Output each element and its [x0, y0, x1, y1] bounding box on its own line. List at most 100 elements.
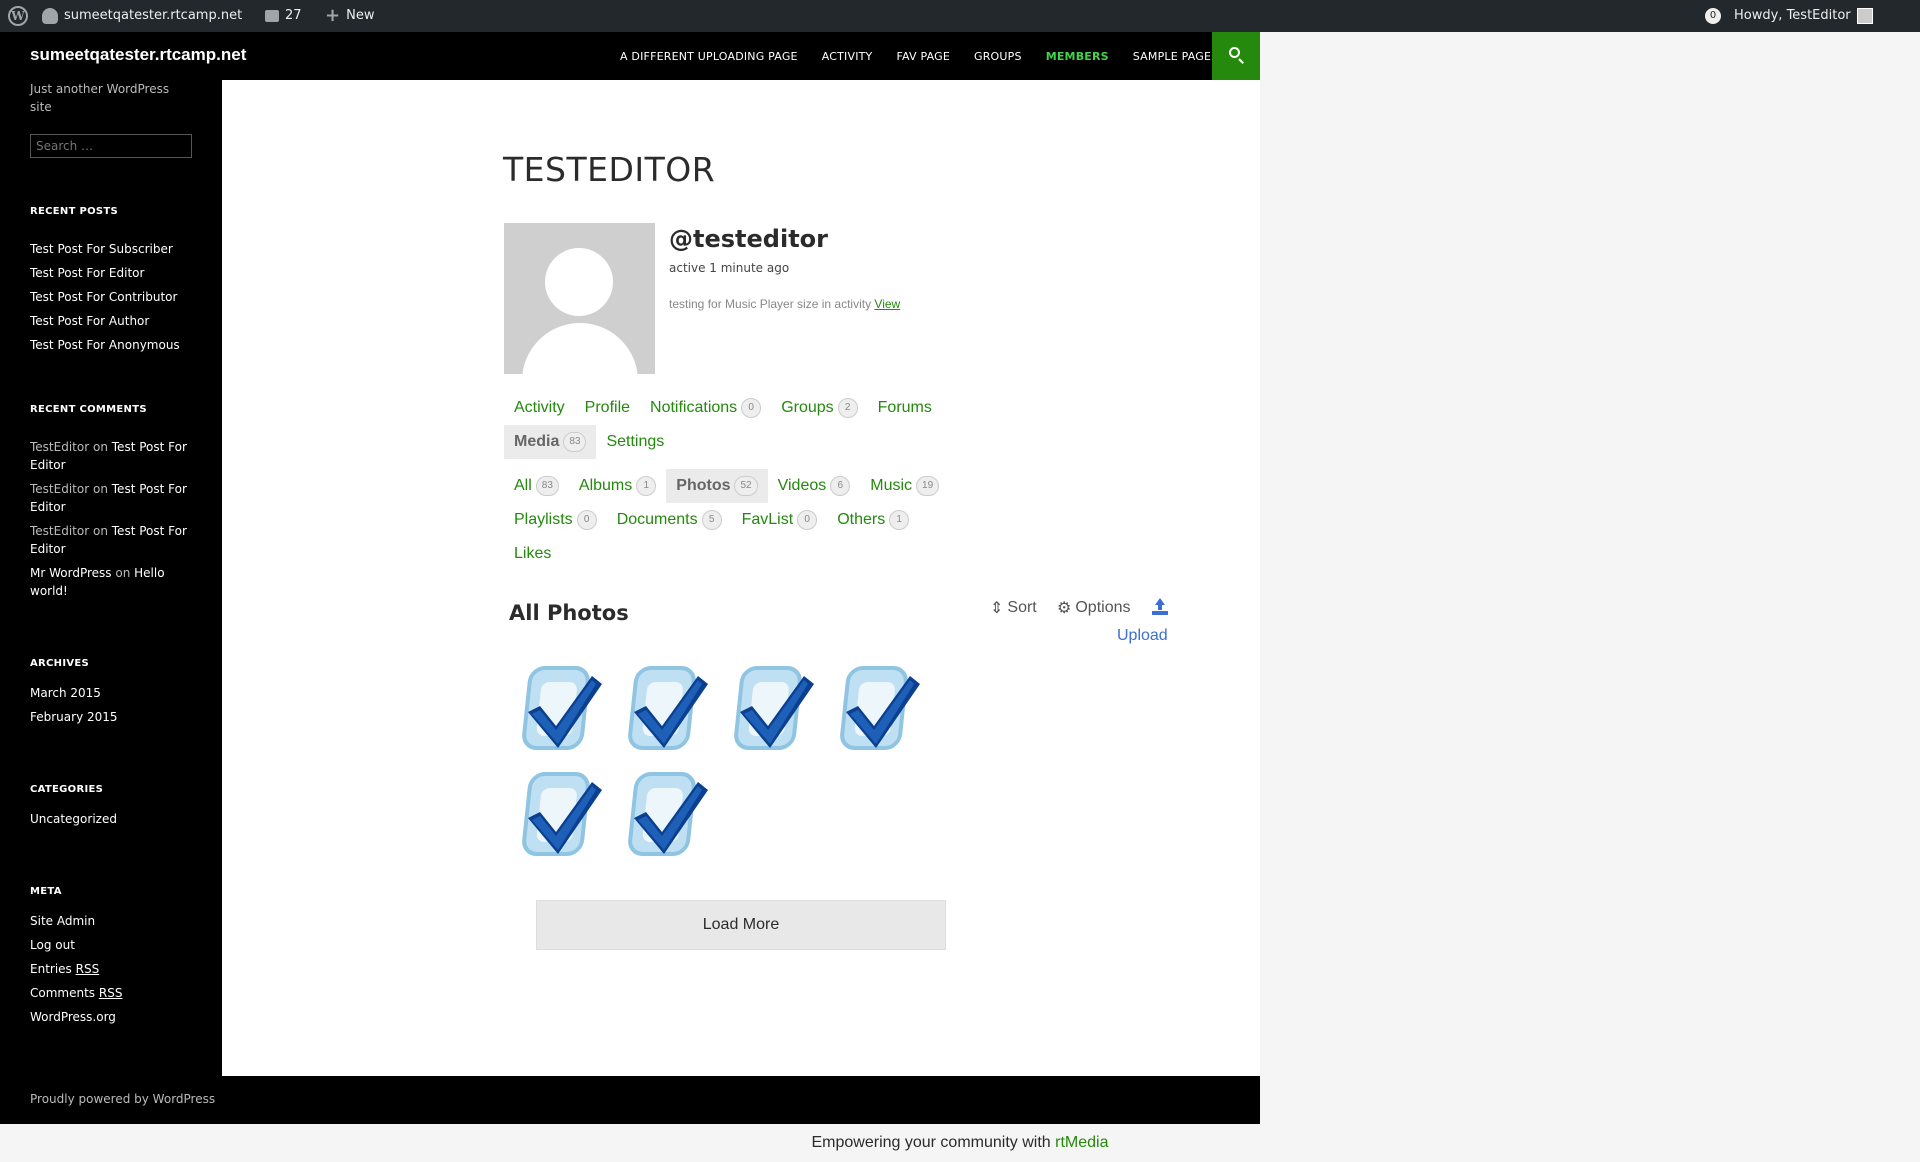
site-admin-link[interactable]: Site Admin: [30, 912, 195, 930]
recent-post-link[interactable]: Test Post For Author: [30, 312, 195, 330]
search-toggle-button[interactable]: [1212, 32, 1260, 80]
admin-bar-notifications[interactable]: 0: [1705, 0, 1721, 32]
nav-item-fav-page[interactable]: FAV PAGE: [884, 50, 962, 63]
admin-bar-comments[interactable]: 27: [265, 0, 302, 32]
tab-label: Albums: [578, 477, 633, 494]
recent-comment: Mr WordPress on Hello world!: [30, 564, 195, 600]
powered-by-link[interactable]: Proudly powered by WordPress: [30, 1092, 215, 1106]
tab-count-badge: 83: [563, 432, 587, 452]
tab-activity[interactable]: Activity: [504, 391, 575, 425]
subtab-playlists[interactable]: Playlists 0: [504, 503, 607, 537]
sort-icon: ⇕: [990, 600, 1004, 617]
subtab-documents[interactable]: Documents 5: [607, 503, 732, 537]
tab-label: Profile: [584, 399, 631, 416]
subtab-favlist[interactable]: FavList 0: [732, 503, 828, 537]
tab-label: Likes: [514, 545, 552, 562]
photo-thumbnail[interactable]: [624, 766, 714, 866]
nav-item-activity[interactable]: ACTIVITY: [810, 50, 885, 63]
admin-bar-new[interactable]: + New: [325, 0, 374, 32]
tab-groups[interactable]: Groups 2: [771, 391, 867, 425]
comment-on: on: [92, 440, 108, 454]
nav-item-sample-page[interactable]: SAMPLE PAGE: [1121, 50, 1223, 63]
log-out-link[interactable]: Log out: [30, 936, 195, 954]
rss-abbr: RSS: [98, 986, 123, 1000]
subtab-all[interactable]: All 83: [504, 469, 569, 503]
admin-bar-site-link[interactable]: sumeetqatester.rtcamp.net: [42, 0, 242, 32]
new-label: New: [346, 8, 375, 23]
recent-post-link[interactable]: Test Post For Subscriber: [30, 240, 195, 258]
comment-author: TestEditor: [30, 482, 90, 496]
tab-media[interactable]: Media 83: [504, 425, 597, 459]
media-subtabs-row-3: Likes: [504, 537, 561, 571]
admin-bar-my-account[interactable]: Howdy, TestEditor: [1734, 0, 1873, 32]
options-button[interactable]: ⚙ Options: [1057, 598, 1130, 618]
photo-thumbnail[interactable]: [624, 660, 714, 760]
member-latest-update: testing for Music Player size in activit…: [669, 297, 900, 311]
nav-item-uploading-page[interactable]: A DIFFERENT UPLOADING PAGE: [608, 50, 810, 63]
nav-item-members[interactable]: MEMBERS: [1034, 50, 1121, 63]
profile-tabs-row-1: Activity Profile Notifications 0 Groups 2 …: [504, 391, 942, 425]
tab-label: FavList: [741, 511, 794, 528]
categories-title: CATEGORIES: [30, 784, 104, 795]
subtab-videos[interactable]: Videos 6: [768, 469, 861, 503]
latest-update-view-link[interactable]: View: [874, 297, 900, 311]
subtab-photos[interactable]: Photos 52: [666, 469, 768, 503]
tab-profile[interactable]: Profile: [575, 391, 640, 425]
category-link[interactable]: Uncategorized: [30, 810, 195, 828]
comment-author-link[interactable]: Mr WordPress: [30, 566, 112, 580]
subtab-others[interactable]: Others 1: [827, 503, 919, 537]
wordpress-logo-icon[interactable]: W: [8, 6, 28, 26]
gallery-heading: All Photos: [509, 601, 629, 625]
photo-thumbnail[interactable]: [730, 660, 820, 760]
gear-icon: ⚙: [1057, 600, 1072, 617]
rtmedia-link[interactable]: rtMedia: [1055, 1134, 1108, 1151]
comments-rss-link[interactable]: Comments RSS: [30, 984, 195, 1002]
checkmark-image: [628, 772, 708, 856]
nav-item-groups[interactable]: GROUPS: [962, 50, 1034, 63]
sidebar-search-input[interactable]: [30, 134, 192, 158]
subtab-albums[interactable]: Albums 1: [569, 469, 666, 503]
page-title: TESTEDITOR: [503, 150, 716, 189]
entries-rss-link[interactable]: Entries RSS: [30, 960, 195, 978]
comment-on: on: [92, 524, 108, 538]
subtab-music[interactable]: Music 19: [860, 469, 949, 503]
comments-count: 27: [285, 8, 302, 23]
tab-label: Photos: [676, 477, 731, 494]
plus-icon: +: [325, 5, 341, 26]
media-subtabs-row-1: All 83 Albums 1 Photos 52 Videos 6 Music 19: [504, 469, 949, 503]
tab-count-badge: 1: [636, 476, 657, 496]
upload-link[interactable]: Upload: [1117, 627, 1168, 645]
tab-label: Settings: [606, 433, 665, 450]
recent-post-link[interactable]: Test Post For Anonymous: [30, 336, 195, 354]
member-avatar[interactable]: [504, 223, 655, 374]
load-more-button[interactable]: Load More: [536, 900, 946, 950]
rtmedia-credit-text: Empowering your community with: [811, 1134, 1051, 1151]
comment-on: on: [92, 482, 108, 496]
tab-notifications[interactable]: Notifications 0: [640, 391, 771, 425]
recent-post-link[interactable]: Test Post For Editor: [30, 264, 195, 282]
archive-link[interactable]: March 2015: [30, 684, 195, 702]
site-title-link[interactable]: sumeetqatester.rtcamp.net: [30, 45, 246, 65]
tab-label: Groups: [781, 399, 834, 416]
archive-link[interactable]: February 2015: [30, 708, 195, 726]
upload-icon[interactable]: [1152, 598, 1168, 616]
tab-label: Forums: [877, 399, 932, 416]
meta-title: META: [30, 886, 62, 897]
sort-label: Sort: [1007, 599, 1037, 616]
sort-button[interactable]: ⇕ Sort: [990, 598, 1037, 618]
photo-thumbnail[interactable]: [518, 660, 608, 760]
subtab-likes[interactable]: Likes: [504, 537, 561, 571]
site-tagline: Just another WordPress site: [30, 82, 170, 114]
photo-thumbnail[interactable]: [518, 766, 608, 866]
tab-label: Videos: [777, 477, 827, 494]
avatar-icon: [1856, 8, 1873, 24]
tab-label: Playlists: [514, 511, 573, 528]
wordpress-org-link[interactable]: WordPress.org: [30, 1008, 195, 1026]
rss-abbr: RSS: [75, 962, 100, 976]
comment-author: TestEditor: [30, 524, 90, 538]
tab-forums[interactable]: Forums: [868, 391, 942, 425]
recent-post-link[interactable]: Test Post For Contributor: [30, 288, 195, 306]
photo-thumbnail[interactable]: [836, 660, 926, 760]
tab-settings[interactable]: Settings: [596, 425, 674, 459]
tab-count-badge: 19: [916, 476, 940, 496]
